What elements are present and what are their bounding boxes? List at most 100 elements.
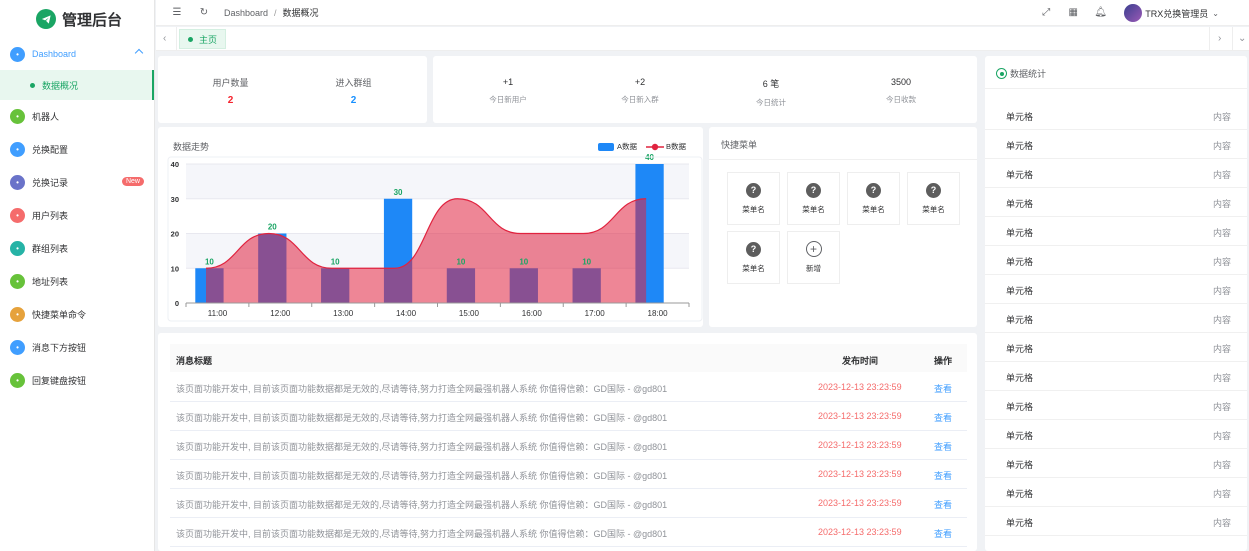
y-tick-label: 0 [175,299,179,308]
list-item: 单元格 内容 [985,391,1247,420]
sidebar-item-menu-2[interactable]: • 兑换配置 [0,133,154,166]
x-tick-label: 11:00 [208,309,228,318]
stat-label: 今日新入群 [621,95,659,104]
stat-value: 6 笔 [762,79,780,89]
list-item: 单元格 内容 [985,362,1247,391]
view-link[interactable]: 查看 [934,469,952,482]
app-title: 管理后台 [62,11,123,29]
view-link[interactable]: 查看 [934,382,952,395]
sidebar-item-menu-7[interactable]: • 快捷菜单命令 [0,298,154,331]
sidebar-subitem-overview[interactable]: 数据概况 [0,70,154,100]
divider [709,159,977,160]
record-icon: • [10,175,25,190]
messages-table-header: 消息标题 发布时间 操作 [170,344,967,372]
message-time: 2023-12-13 23:23:59 [818,498,902,508]
x-tick-label: 17:00 [585,309,606,318]
stat-value: 3500 [890,77,912,87]
view-link[interactable]: 查看 [934,498,952,511]
logo[interactable]: 管理后台 [0,0,154,38]
header-tools: ⤢ ▦ 🔔︎ TRX兑换管理员 ⌄ [1025,4,1219,22]
view-link[interactable]: 查看 [934,411,952,424]
message-time: 2023-12-13 23:23:59 [818,411,902,421]
cell-label: 单元格 [1006,431,1034,441]
list-item: 单元格 内容 [985,478,1247,507]
quick-menu-item[interactable]: ? 菜单名 [787,172,840,225]
question-icon: ? [746,241,761,257]
refresh-icon[interactable]: ↻ [198,7,210,19]
new-badge: New [121,177,144,186]
data-stats-title: 数据统计 [1010,69,1047,79]
chevron-down-icon[interactable]: ⌄ [1238,33,1246,44]
quick-menu-add-button[interactable]: + 新增 [787,231,840,284]
header-time: 发布时间 [842,356,879,366]
x-tick-label: 15:00 [459,309,480,318]
message-title: 该页面功能开发中, 目前该页面功能数据都是无效的,尽请等待,努力打造全网最强机器… [176,500,668,510]
stat-groups: 进入群组 2 [301,76,406,106]
sidebar-item-menu-5[interactable]: • 群组列表 [0,232,154,265]
list-item: 单元格 内容 [985,101,1247,130]
sidebar: 管理后台 • Dashboard 数据概况 • 机器人 • 兑换配置 • 兑换记录 New • 用户列… [0,0,155,551]
tab-home[interactable]: 主页 [179,29,227,49]
cell-label: 单元格 [1006,315,1034,325]
sidebar-item-label: 用户列表 [32,211,69,221]
menu-command-icon: • [10,307,25,322]
list-item: 单元格 内容 [985,507,1247,536]
message-title: 该页面功能开发中, 目前该页面功能数据都是无效的,尽请等待,努力打造全网最强机器… [176,529,668,539]
stat-label: 进入群组 [335,78,372,88]
quick-menu-add-label: 新增 [806,264,821,273]
stat-label: 今日新用户 [489,95,527,104]
sidebar-item-menu-3[interactable]: • 兑换记录 New [0,166,154,199]
sidebar-item-menu-6[interactable]: • 地址列表 [0,265,154,298]
robot-icon: • [10,109,25,124]
data-label: 30 [394,188,403,197]
cell-label: 单元格 [1006,402,1034,412]
sidebar-item-menu-1[interactable]: • 机器人 [0,100,154,133]
cell-value: 内容 [1212,402,1231,412]
stat-label: 今日统计 [756,98,786,107]
view-link[interactable]: 查看 [934,440,952,453]
sidebar-item-menu-4[interactable]: • 用户列表 [0,199,154,232]
sidebar-item-label: 地址列表 [32,277,69,287]
chevron-up-icon[interactable] [134,48,144,58]
y-tick-label: 30 [171,195,179,204]
stat-label: 用户数量 [212,78,249,88]
stat-users: 用户数量 2 [178,76,283,106]
cell-label: 单元格 [1006,141,1034,151]
stat-today-income: 3500 今日收款 [851,77,951,105]
cell-label: 单元格 [1006,460,1034,470]
cell-label: 单元格 [1006,489,1034,499]
translate-icon[interactable]: ▦ [1067,7,1079,19]
quick-menu-item[interactable]: ? 菜单名 [907,172,960,225]
chevron-right-icon[interactable]: › [1218,33,1221,44]
list-item: 单元格 内容 [985,275,1247,304]
list-item: 单元格 内容 [985,130,1247,159]
top-header: ☰ ↻ Dashboard / 数据概况 ⤢ ▦ 🔔︎ TRX兑换管理员 ⌄ [156,0,1249,26]
quick-menu-item[interactable]: ? 菜单名 [727,172,780,225]
address-icon: • [10,274,25,289]
question-icon: ? [926,182,941,198]
stats-card-today: +1 今日新用户 +2 今日新入群 6 笔 今日统计 3500 今日收款 [433,56,977,123]
view-link[interactable]: 查看 [934,527,952,540]
y-tick-label: 10 [171,264,179,273]
sidebar-item-label: 快捷菜单命令 [32,310,87,320]
cell-label: 单元格 [1006,286,1034,296]
user-name[interactable]: TRX兑换管理员 [1145,7,1208,20]
quick-menu-item[interactable]: ? 菜单名 [847,172,900,225]
breadcrumb: Dashboard / 数据概况 [224,6,319,19]
sidebar-item-dashboard[interactable]: • Dashboard [0,38,154,70]
list-item: 单元格 内容 [985,420,1247,449]
cell-label: 单元格 [1006,344,1034,354]
breadcrumb-item-dashboard[interactable]: Dashboard [224,8,268,18]
bell-icon[interactable]: 🔔︎ [1094,7,1107,19]
chevron-down-icon[interactable]: ⌄ [1212,9,1219,18]
sidebar-item-menu-9[interactable]: • 回复键盘按钮 [0,364,154,397]
list-item: 单元格 内容 [985,159,1247,188]
quick-menu-item-label: 菜单名 [862,204,885,214]
collapse-sidebar-icon[interactable]: ☰ [171,7,183,19]
fullscreen-icon[interactable]: ⤢ [1040,7,1052,19]
avatar[interactable] [1124,4,1143,22]
sidebar-item-menu-8[interactable]: • 消息下方按钮 [0,331,154,364]
chevron-left-icon[interactable]: ‹ [163,33,166,44]
quick-menu-item[interactable]: ? 菜单名 [727,231,780,284]
user-icon: • [10,208,25,223]
